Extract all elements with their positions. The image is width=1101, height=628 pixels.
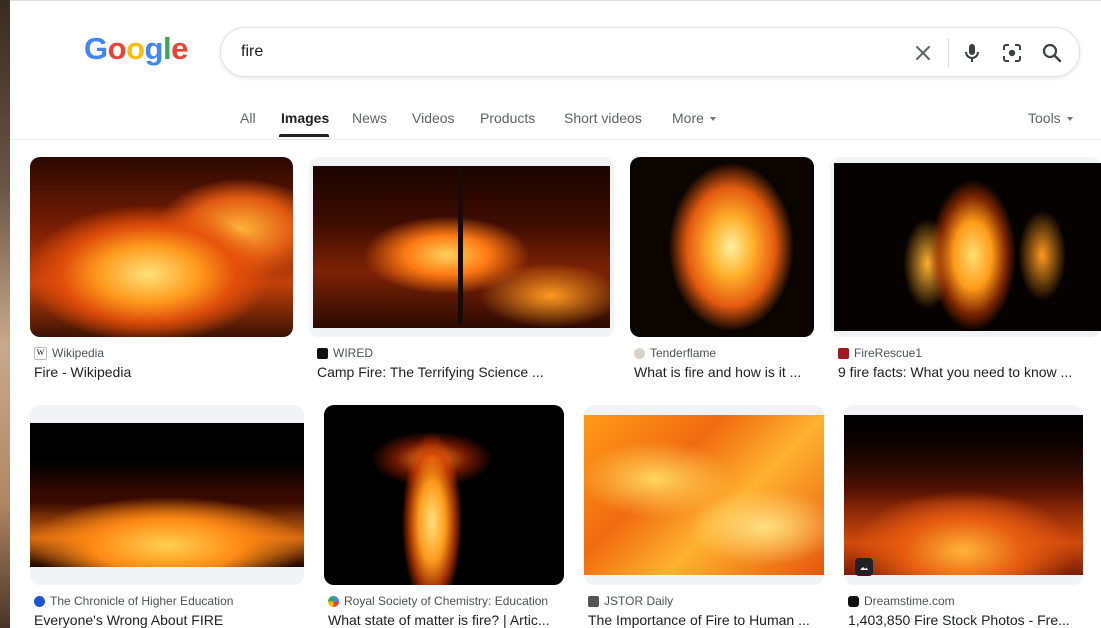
result-thumbnail[interactable]: [30, 157, 293, 337]
tools-button[interactable]: Tools: [1028, 110, 1073, 126]
header-divider: [10, 139, 1101, 140]
rsc-favicon-icon: [328, 595, 339, 607]
search-divider: [948, 38, 949, 68]
google-logo[interactable]: Google: [84, 33, 188, 64]
clear-icon[interactable]: [911, 41, 935, 65]
image-badge-icon: [855, 558, 873, 576]
search-icon[interactable]: [1040, 41, 1064, 65]
logo-letter: G: [84, 31, 108, 66]
result-source-label: Tenderflame: [650, 346, 717, 360]
result-title[interactable]: 1,403,850 Fire Stock Photos - Fre...: [848, 612, 1080, 628]
tab-products[interactable]: Products: [480, 110, 535, 126]
utility-pole: [458, 168, 463, 324]
result-source: FireRescue1: [838, 346, 922, 360]
result-title[interactable]: Everyone's Wrong About FIRE: [34, 612, 299, 628]
result-thumbnail[interactable]: [584, 415, 824, 575]
result-source-label: JSTOR Daily: [604, 594, 674, 608]
result-title[interactable]: What state of matter is fire? | Artic...: [328, 612, 560, 628]
result-source-label: The Chronicle of Higher Education: [50, 594, 234, 608]
result-source-label: Dreamstime.com: [864, 594, 955, 608]
tab-images[interactable]: Images: [281, 110, 329, 126]
lens-camera-icon[interactable]: [1000, 41, 1024, 65]
result-thumbnail[interactable]: [844, 415, 1083, 575]
tab-videos[interactable]: Videos: [412, 110, 455, 126]
chevron-down-icon: [1066, 117, 1073, 122]
logo-letter: o: [107, 31, 127, 66]
background-edge: [0, 0, 10, 628]
tab-more-label: More: [672, 110, 704, 126]
logo-letter: e: [171, 31, 188, 66]
result-source: Dreamstime.com: [848, 594, 955, 608]
result-source-label: Wikipedia: [52, 346, 105, 360]
wikipedia-favicon-icon: W: [34, 346, 47, 360]
result-source-label: Royal Society of Chemistry: Education: [344, 594, 549, 608]
result-title[interactable]: 9 fire facts: What you need to know ...: [838, 364, 1083, 380]
result-source: JSTOR Daily: [588, 594, 673, 608]
result-source: The Chronicle of Higher Education: [34, 594, 233, 608]
search-box[interactable]: fire: [220, 27, 1080, 77]
microphone-icon[interactable]: [960, 41, 984, 65]
logo-letter: o: [126, 31, 145, 66]
top-border: [10, 0, 1101, 1]
result-thumbnail[interactable]: [834, 163, 1101, 331]
jstor-favicon-icon: [588, 595, 599, 607]
tab-news[interactable]: News: [352, 110, 387, 126]
active-tab-indicator: [279, 134, 329, 137]
tenderflame-favicon-icon: [634, 347, 645, 359]
result-source: W Wikipedia: [34, 346, 104, 360]
result-title[interactable]: Camp Fire: The Terrifying Science ...: [317, 364, 557, 380]
result-source: Tenderflame: [634, 346, 716, 360]
result-source: WIRED: [317, 346, 373, 360]
result-source: Royal Society of Chemistry: Education: [328, 594, 548, 608]
tab-more[interactable]: More: [672, 110, 716, 126]
result-thumbnail[interactable]: [30, 423, 304, 567]
tools-label: Tools: [1028, 110, 1061, 126]
result-title[interactable]: What is fire and how is it ...: [634, 364, 812, 380]
result-thumbnail[interactable]: [313, 166, 610, 328]
logo-letter: g: [144, 31, 164, 66]
result-title[interactable]: The Importance of Fire to Human ...: [588, 612, 820, 628]
firerescue1-favicon-icon: [838, 347, 849, 359]
result-source-label: WIRED: [333, 346, 373, 360]
result-source-label: FireRescue1: [854, 346, 923, 360]
result-thumbnail[interactable]: [630, 157, 814, 337]
tab-all[interactable]: All: [240, 110, 256, 126]
dreamstime-favicon-icon: [848, 595, 859, 607]
chevron-down-icon: [709, 117, 716, 122]
search-input[interactable]: fire: [241, 43, 263, 61]
result-title[interactable]: Fire - Wikipedia: [34, 364, 289, 380]
logo-letter: l: [162, 31, 172, 66]
wired-favicon-icon: [317, 347, 328, 359]
tab-short-videos[interactable]: Short videos: [564, 110, 642, 126]
result-thumbnail[interactable]: [324, 405, 564, 585]
chronicle-favicon-icon: [34, 595, 45, 607]
